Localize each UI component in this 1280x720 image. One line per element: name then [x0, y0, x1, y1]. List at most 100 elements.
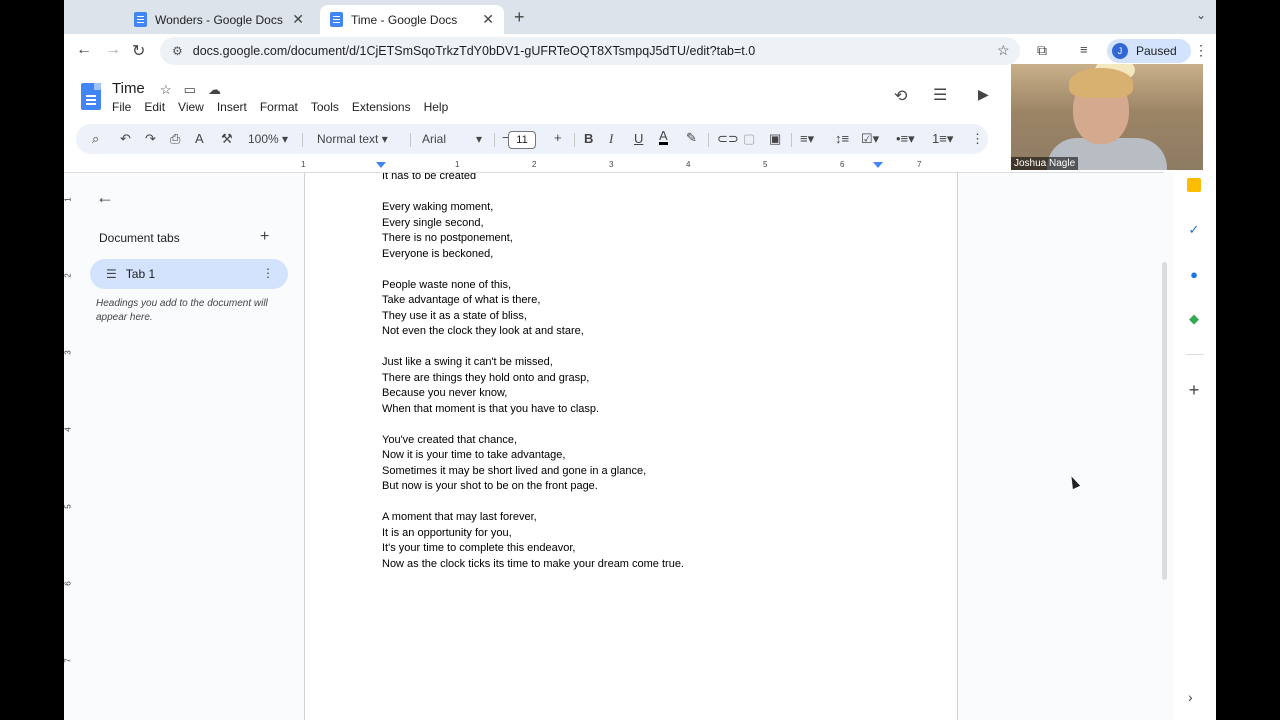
ruler-tick: 1 [301, 160, 306, 169]
poem-line: Take advantage of what is there, [382, 294, 541, 306]
url-text: docs.google.com/document/d/1CjETSmSqoTrk… [192, 44, 756, 58]
browser-menu-icon[interactable]: ⋮ [1194, 42, 1208, 59]
document-page[interactable]: It has to be created Every waking moment,… [304, 173, 958, 720]
spellcheck-icon[interactable]: A [195, 131, 204, 146]
checklist-icon[interactable]: ☑▾ [861, 131, 879, 147]
document-title[interactable]: Time [112, 80, 145, 97]
insert-image-icon[interactable]: ▣ [769, 131, 781, 147]
browser-tab-time[interactable]: Time - Google Docs ✕ [320, 5, 504, 34]
get-addons-icon[interactable]: + [1186, 380, 1202, 400]
insert-link-icon[interactable]: ⊂⊃ [717, 131, 739, 147]
right-indent-marker[interactable] [873, 162, 883, 168]
sidebar-tab-item[interactable]: ☰ Tab 1 ⋮ [90, 259, 288, 289]
vruler-tick: 5 [64, 504, 73, 509]
more-options-icon[interactable]: ⋮ [971, 131, 984, 147]
close-tab-icon[interactable]: ✕ [482, 11, 494, 28]
vertical-scrollbar[interactable] [1162, 262, 1167, 580]
show-side-panel-chevron-icon[interactable]: › [1188, 689, 1193, 705]
style-select[interactable]: Normal text ▾ [317, 132, 388, 146]
tab-options-icon[interactable]: ⋮ [262, 266, 274, 280]
search-icon[interactable]: ⌕ [92, 131, 99, 147]
cloud-status-icon[interactable]: ☁ [208, 82, 233, 97]
font-value: Arial [422, 132, 447, 146]
stanza: A moment that may last forever, It is an … [382, 510, 684, 572]
keep-icon[interactable] [1187, 178, 1201, 192]
ruler-tick: 4 [686, 160, 691, 169]
poem-line: There is no postponement, [382, 232, 513, 244]
back-icon[interactable]: ← [76, 41, 92, 59]
media-control-icon[interactable]: ≡ [1080, 42, 1088, 57]
star-icon[interactable]: ☆ [160, 82, 184, 97]
tab-search-chevron-icon[interactable]: ⌄ [1196, 8, 1206, 22]
add-comment-icon[interactable]: ▢ [743, 131, 755, 147]
bulleted-list-icon[interactable]: •≡▾ [896, 131, 915, 147]
version-history-icon[interactable]: ⟲ [894, 86, 907, 106]
add-tab-icon[interactable]: + [260, 228, 269, 246]
vruler-tick: 6 [64, 581, 73, 586]
close-sidebar-arrow-icon[interactable]: ← [96, 187, 114, 208]
docs-logo-icon[interactable] [81, 83, 101, 110]
bookmark-star-icon[interactable]: ☆ [997, 42, 1010, 59]
italic-icon[interactable]: I [609, 131, 613, 147]
forward-icon[interactable]: → [105, 41, 121, 59]
menu-help[interactable]: Help [424, 100, 449, 114]
text-color-icon[interactable]: A [659, 129, 668, 145]
sidebar-heading: Document tabs [99, 231, 180, 245]
zoom-select[interactable]: 100% ▾ [248, 132, 288, 146]
browser-window: Wonders - Google Docs ✕ Time - Google Do… [64, 0, 1216, 720]
print-icon[interactable]: ⎙ [170, 131, 180, 147]
poem-line: But now is your shot to be on the front … [382, 480, 598, 492]
increase-font-size-icon[interactable]: + [554, 130, 562, 145]
highlight-icon[interactable]: ✎ [686, 130, 697, 146]
reload-icon[interactable]: ↻ [132, 41, 145, 61]
font-select[interactable]: Arial ▾ [422, 132, 482, 146]
align-icon[interactable]: ≡▾ [800, 131, 814, 147]
menu-insert[interactable]: Insert [217, 100, 247, 114]
ruler-tick: 5 [763, 160, 768, 169]
meet-icon[interactable]: ▶ [978, 86, 989, 103]
numbered-list-icon[interactable]: 1≡▾ [932, 131, 953, 147]
browser-tab-wonders[interactable]: Wonders - Google Docs ✕ [124, 5, 314, 34]
navigation-bar: ← → ↻ ⚙ docs.google.com/document/d/1CjET… [64, 34, 1216, 68]
poem-line: It's your time to complete this endeavor… [382, 542, 576, 554]
poem-line: There are things they hold onto and gras… [382, 371, 590, 384]
menu-extensions[interactable]: Extensions [352, 100, 411, 114]
video-call-overlay[interactable]: Joshua Nagle [1011, 64, 1203, 170]
menu-tools[interactable]: Tools [311, 100, 339, 114]
new-tab-icon[interactable]: + [514, 7, 525, 28]
document-body[interactable]: It has to be created Every waking moment,… [382, 173, 684, 588]
site-info-icon[interactable]: ⚙ [172, 44, 183, 58]
bold-icon[interactable]: B [584, 131, 593, 146]
close-tab-icon[interactable]: ✕ [292, 11, 304, 28]
poem-line: Because you never know, [382, 387, 508, 399]
toolbar-divider [574, 133, 575, 147]
poem-line: Everyone is beckoned, [382, 247, 494, 260]
participant-hair [1069, 68, 1133, 98]
poem-line: Every waking moment, [382, 201, 494, 213]
address-bar[interactable]: ⚙ docs.google.com/document/d/1CjETSmSqoT… [160, 37, 1020, 65]
tasks-icon[interactable]: ✓ [1186, 222, 1202, 238]
contacts-icon[interactable]: ● [1186, 266, 1202, 282]
extensions-icon[interactable]: ⧉ [1037, 42, 1047, 59]
undo-icon[interactable]: ↶ [120, 131, 131, 147]
ruler-tick: 6 [840, 160, 845, 169]
document-lines-icon: ☰ [106, 267, 117, 281]
menu-view[interactable]: View [178, 100, 204, 114]
redo-icon[interactable]: ↷ [145, 131, 156, 147]
underline-icon[interactable]: U [634, 131, 643, 146]
left-indent-marker[interactable] [376, 162, 386, 168]
font-size-input[interactable]: 11 [508, 131, 536, 149]
line-spacing-icon[interactable]: ↕≡ [835, 131, 849, 146]
maps-icon[interactable]: ◆ [1186, 311, 1202, 327]
profile-button[interactable]: J Paused [1107, 39, 1191, 63]
poem-line: They use it as a state of bliss, [382, 309, 527, 322]
menu-file[interactable]: File [112, 100, 131, 114]
menu-edit[interactable]: Edit [144, 100, 165, 114]
move-folder-icon[interactable]: ▭ [184, 82, 208, 97]
stanza: People waste none of this, Take advantage… [382, 278, 684, 340]
paint-format-icon[interactable]: ⚒ [221, 131, 233, 147]
profile-status: Paused [1136, 44, 1177, 58]
comments-icon[interactable]: ☰ [933, 85, 947, 105]
avatar: J [1112, 43, 1128, 59]
menu-format[interactable]: Format [260, 100, 298, 114]
